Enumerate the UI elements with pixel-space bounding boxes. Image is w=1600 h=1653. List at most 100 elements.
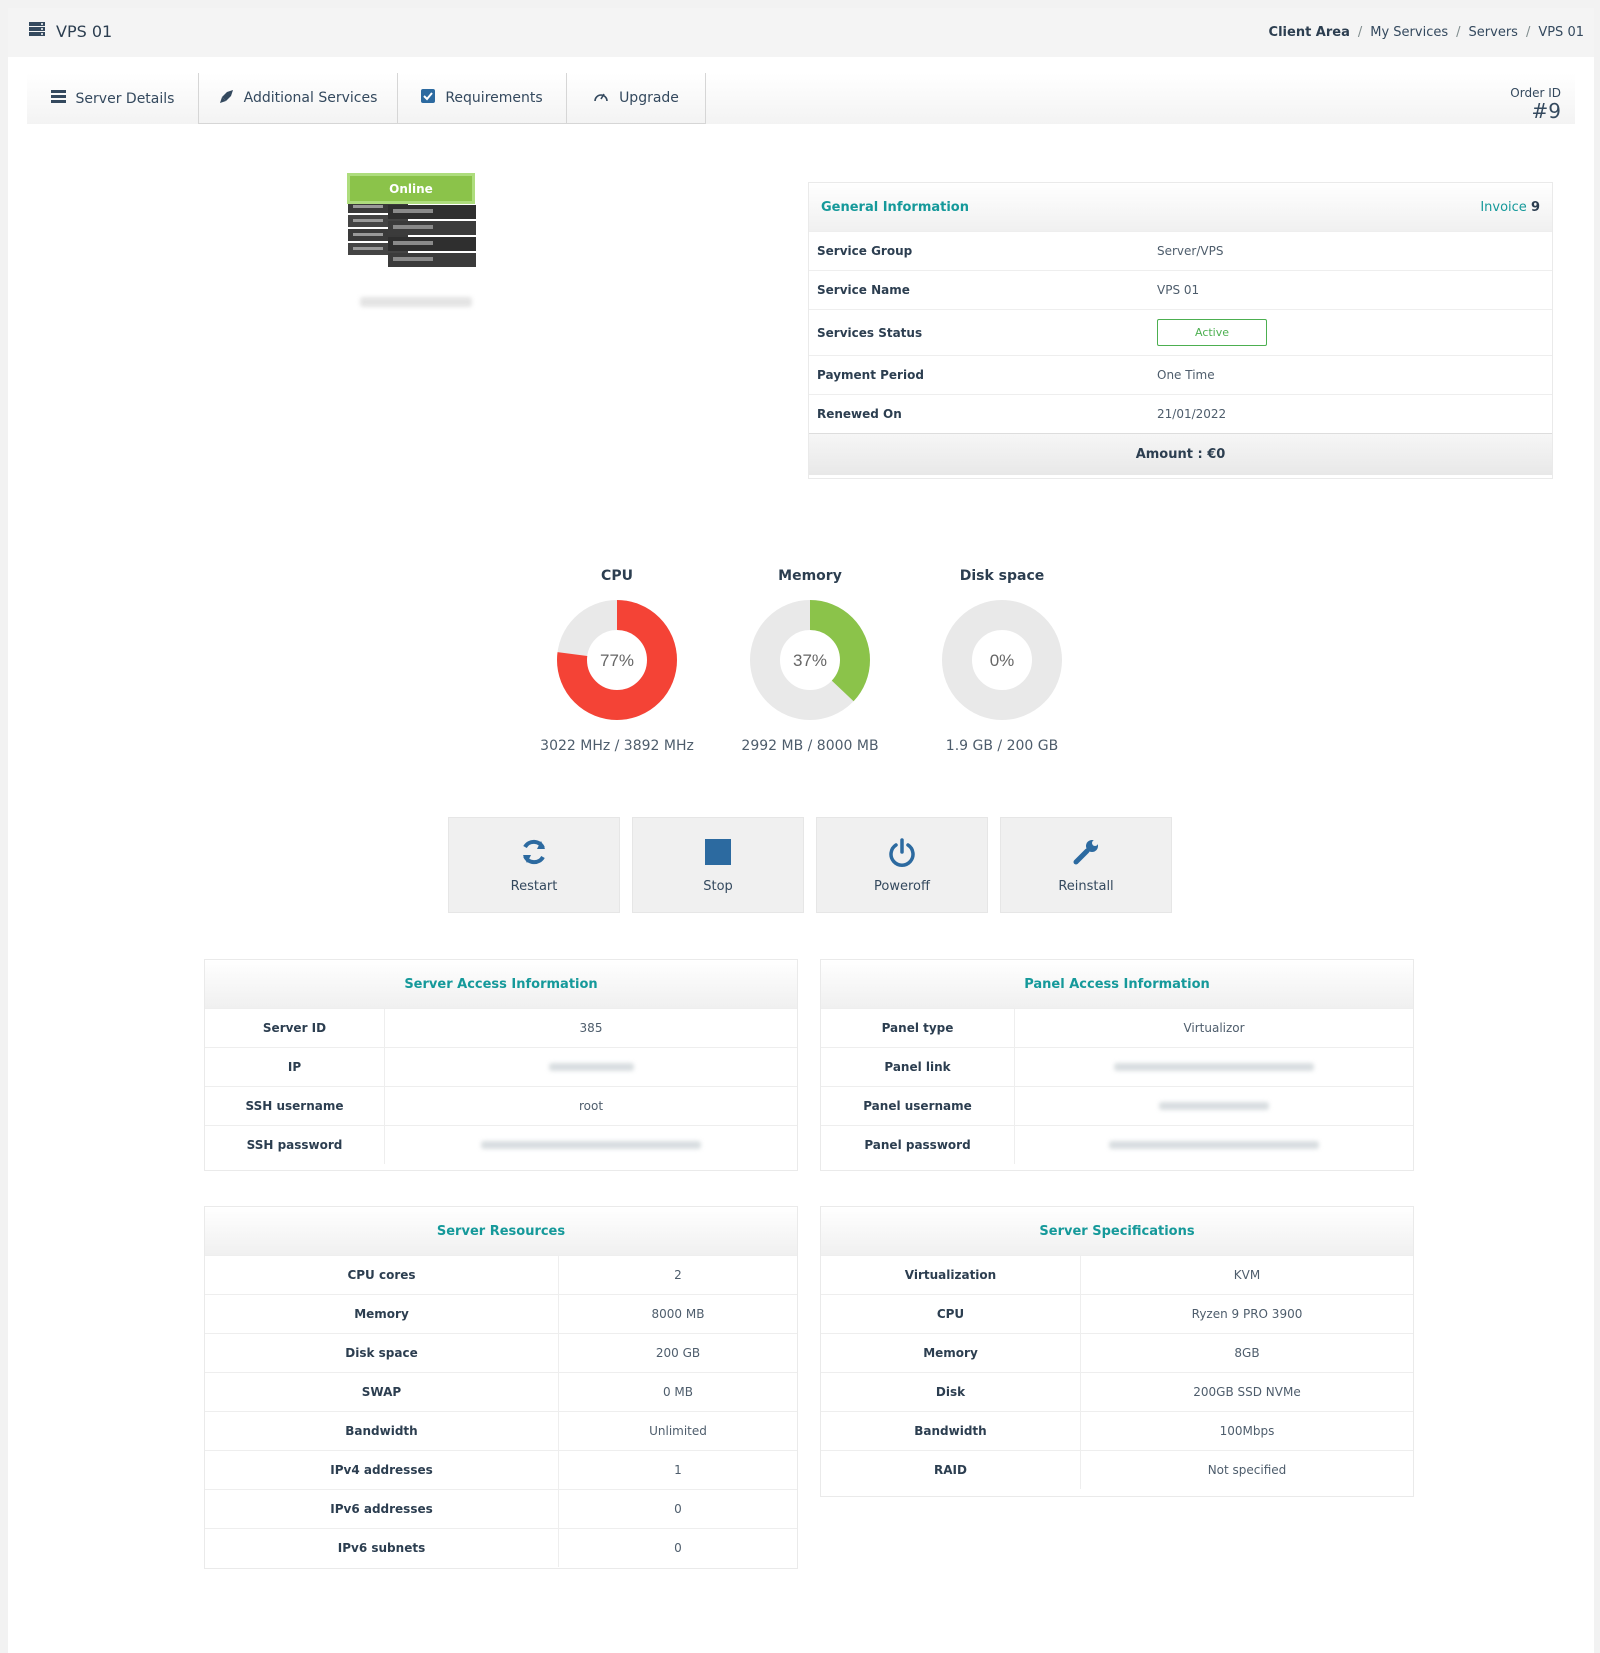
gauge-percent: 0% — [990, 651, 1015, 670]
row-value: 1 — [674, 1463, 682, 1477]
row-value: KVM — [1233, 1268, 1261, 1282]
info-value: 21/01/2022 — [1157, 407, 1227, 421]
server-access-title: Server Access Information — [205, 960, 797, 1008]
info-key: Services Status — [817, 325, 923, 340]
server-specifications-panel: Server Specifications Virtualization KVM … — [820, 1206, 1414, 1497]
breadcrumb-separator: / — [1525, 25, 1531, 40]
action-label: Stop — [703, 878, 733, 894]
row-key: SSH password — [205, 1126, 385, 1164]
table-row: Server ID 385 — [205, 1008, 797, 1047]
server-ip-redacted — [360, 297, 472, 307]
gauge-title: Disk space — [959, 568, 1045, 584]
general-information-header: General Information Invoice 9 — [809, 183, 1552, 231]
breadcrumb-my-services[interactable]: My Services — [1370, 25, 1448, 40]
row-value: root — [578, 1099, 604, 1113]
redacted-panel-username — [1159, 1102, 1269, 1110]
breadcrumb-separator: / — [1357, 25, 1363, 40]
page-title: VPS 01 — [28, 21, 112, 41]
row-key: SSH username — [205, 1087, 385, 1125]
status-badge-online: Online — [347, 173, 475, 204]
gauge-title: CPU — [601, 568, 633, 584]
row-key: Disk space — [205, 1334, 559, 1372]
order-id-label: Order ID — [1510, 86, 1561, 100]
row-key: Panel password — [821, 1126, 1015, 1164]
row-key: IPv6 addresses — [205, 1490, 559, 1528]
row-key: IP — [205, 1048, 385, 1086]
invoice-label: Invoice — [1480, 199, 1527, 215]
gauge-memory: Memory 37% 2992 MB / 8000 MB — [710, 568, 910, 754]
server-specifications-title: Server Specifications — [821, 1207, 1413, 1255]
server-icon — [28, 21, 46, 41]
table-row: CPU cores 2 — [205, 1255, 797, 1294]
table-row: IPv6 subnets 0 — [205, 1528, 797, 1567]
breadcrumb-client-area[interactable]: Client Area — [1269, 25, 1350, 40]
gauge-ring: 77% — [557, 600, 677, 720]
checkbox-icon — [421, 89, 436, 107]
row-value: 0 — [674, 1502, 682, 1516]
row-key: Bandwidth — [821, 1412, 1081, 1450]
info-row: Service Group Server/VPS — [809, 231, 1552, 270]
row-key: CPU — [821, 1295, 1081, 1333]
redacted-panel-link — [1114, 1063, 1314, 1071]
row-value-redacted — [385, 1060, 797, 1074]
gauge-cpu: CPU 77% 3022 MHz / 3892 MHz — [517, 568, 717, 754]
stop-icon — [703, 837, 733, 871]
restart-button[interactable]: Restart — [448, 817, 620, 913]
row-key: Panel username — [821, 1087, 1015, 1125]
invoice-link[interactable]: Invoice 9 — [1480, 200, 1540, 215]
amount-total: Amount : €0 — [809, 433, 1552, 475]
info-row: Payment Period One Time — [809, 355, 1552, 394]
tab-label: Additional Services — [243, 90, 378, 106]
general-information-title: General Information — [821, 199, 969, 215]
row-value: 8GB — [1234, 1346, 1260, 1360]
page: VPS 01 Client Area / My Services / Serve… — [8, 8, 1594, 1653]
row-key: Panel type — [821, 1009, 1015, 1047]
row-key: Virtualization — [821, 1256, 1081, 1294]
table-row: Memory 8GB — [821, 1333, 1413, 1372]
tab-requirements[interactable]: Requirements — [397, 73, 567, 124]
info-row: Renewed On 21/01/2022 — [809, 394, 1552, 433]
row-key: Server ID — [205, 1009, 385, 1047]
breadcrumb-separator: / — [1456, 25, 1461, 40]
table-row: CPU Ryzen 9 PRO 3900 — [821, 1294, 1413, 1333]
info-row: Service Name VPS 01 — [809, 270, 1552, 309]
tab-upgrade[interactable]: Upgrade — [566, 73, 706, 124]
row-value-redacted — [1015, 1099, 1413, 1113]
info-value: One Time — [1157, 368, 1215, 382]
row-value: 385 — [579, 1021, 603, 1035]
row-key: SWAP — [205, 1373, 559, 1411]
top-bar: VPS 01 Client Area / My Services / Serve… — [8, 8, 1594, 57]
row-value-redacted[interactable] — [1015, 1060, 1413, 1074]
table-row: Memory 8000 MB — [205, 1294, 797, 1333]
poweroff-button[interactable]: Poweroff — [816, 817, 988, 913]
table-row: Virtualization KVM — [821, 1255, 1413, 1294]
row-value: Unlimited — [649, 1424, 707, 1438]
redacted-panel-password — [1109, 1141, 1319, 1149]
gauge-disk-space: Disk space 0% 1.9 GB / 200 GB — [902, 568, 1102, 754]
gauge-title: Memory — [778, 568, 842, 584]
table-row: Bandwidth Unlimited — [205, 1411, 797, 1450]
table-row: SSH password — [205, 1125, 797, 1164]
row-key: IPv6 subnets — [205, 1529, 559, 1567]
stop-button[interactable]: Stop — [632, 817, 804, 913]
row-key: CPU cores — [205, 1256, 559, 1294]
info-row: Services Status Active — [809, 309, 1552, 355]
server-access-panel: Server Access Information Server ID 385 I… — [204, 959, 798, 1171]
table-row: Disk space 200 GB — [205, 1333, 797, 1372]
tab-additional-services[interactable]: Additional Services — [198, 73, 398, 124]
row-key: Memory — [821, 1334, 1081, 1372]
row-key: IPv4 addresses — [205, 1451, 559, 1489]
redacted-password — [481, 1141, 701, 1149]
action-label: Restart — [510, 878, 558, 894]
gauge-percent: 77% — [600, 651, 634, 670]
tab-label: Server Details — [75, 90, 175, 107]
breadcrumb-servers[interactable]: Servers — [1469, 25, 1518, 40]
gauge-detail: 1.9 GB / 200 GB — [945, 738, 1059, 754]
row-value: 200 GB — [655, 1346, 701, 1360]
tab-server-details[interactable]: Server Details — [27, 73, 198, 124]
action-label: Poweroff — [874, 878, 930, 894]
power-icon — [887, 837, 917, 871]
info-value: Active — [1157, 319, 1267, 346]
table-row: IPv4 addresses 1 — [205, 1450, 797, 1489]
reinstall-button[interactable]: Reinstall — [1000, 817, 1172, 913]
